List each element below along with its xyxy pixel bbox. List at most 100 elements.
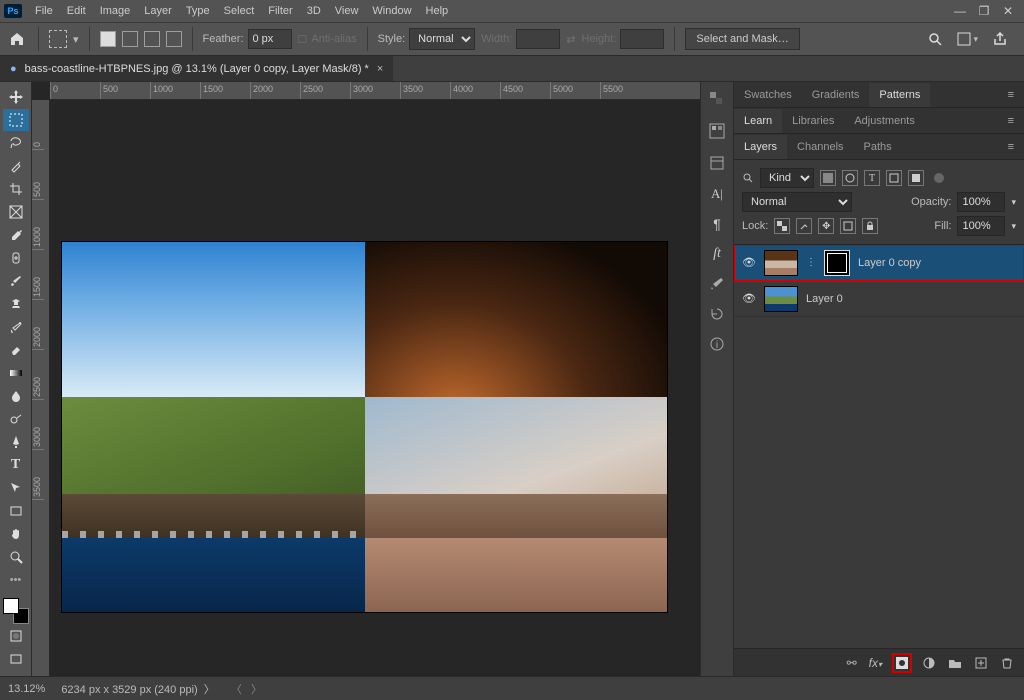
- color-swatches[interactable]: [3, 598, 29, 624]
- add-selection-icon[interactable]: [122, 31, 138, 47]
- menu-view[interactable]: View: [328, 5, 366, 17]
- dodge-tool[interactable]: [3, 408, 29, 430]
- filter-pixel-icon[interactable]: [820, 170, 836, 186]
- doc-dimensions[interactable]: 6234 px x 3529 px (240 ppi) 〉: [61, 681, 215, 697]
- home-icon[interactable]: [6, 28, 28, 50]
- panel-menu-icon[interactable]: ≡: [998, 83, 1024, 107]
- opacity-input[interactable]: [957, 192, 1005, 212]
- window-minimize-button[interactable]: —: [948, 4, 972, 18]
- feather-input[interactable]: [248, 29, 292, 49]
- new-selection-icon[interactable]: [100, 31, 116, 47]
- layer-row[interactable]: 👁 ⋮ Layer 0 copy: [734, 245, 1024, 281]
- swatches-panel-icon[interactable]: [708, 122, 726, 140]
- visibility-icon[interactable]: 👁: [742, 292, 756, 305]
- filter-toggle-icon[interactable]: [934, 173, 944, 183]
- document-canvas[interactable]: [62, 242, 667, 612]
- lock-image-icon[interactable]: [796, 218, 812, 234]
- filter-smart-icon[interactable]: [908, 170, 924, 186]
- rectangle-tool[interactable]: [3, 500, 29, 522]
- info-panel-icon[interactable]: i: [709, 336, 725, 352]
- style-select[interactable]: Normal: [409, 28, 475, 50]
- menu-type[interactable]: Type: [179, 5, 217, 17]
- zoom-level[interactable]: 13.12%: [8, 683, 45, 695]
- layer-mask-thumbnail[interactable]: [824, 250, 850, 276]
- type-tool[interactable]: T: [3, 454, 29, 476]
- history-panel-icon[interactable]: [709, 306, 725, 322]
- eyedropper-tool[interactable]: [3, 224, 29, 246]
- tool-preset-picker[interactable]: [49, 30, 67, 48]
- layer-thumbnail[interactable]: [764, 286, 798, 312]
- tab-paths[interactable]: Paths: [854, 135, 902, 159]
- menu-help[interactable]: Help: [419, 5, 456, 17]
- layer-thumbnail[interactable]: [764, 250, 798, 276]
- document-tab[interactable]: ● bass-coastline-HTBPNES.jpg @ 13.1% (La…: [0, 56, 393, 81]
- new-layer-icon[interactable]: [974, 656, 988, 670]
- link-layers-icon[interactable]: ⚯: [847, 656, 857, 670]
- healing-brush-tool[interactable]: [3, 247, 29, 269]
- character-panel-icon[interactable]: A|: [711, 186, 723, 202]
- subtract-selection-icon[interactable]: [144, 31, 160, 47]
- paragraph-panel-icon[interactable]: ¶: [713, 216, 721, 232]
- menu-image[interactable]: Image: [93, 5, 138, 17]
- add-mask-icon[interactable]: [894, 655, 910, 671]
- hand-tool[interactable]: [3, 523, 29, 545]
- layer-fx-icon[interactable]: fx▾: [869, 656, 882, 670]
- window-maximize-button[interactable]: ❐: [972, 4, 996, 18]
- tab-channels[interactable]: Channels: [787, 135, 853, 159]
- path-selection-tool[interactable]: [3, 477, 29, 499]
- window-close-button[interactable]: ✕: [996, 4, 1020, 18]
- menu-file[interactable]: File: [28, 5, 60, 17]
- filter-adjustment-icon[interactable]: [842, 170, 858, 186]
- tab-adjustments[interactable]: Adjustments: [844, 109, 925, 133]
- menu-window[interactable]: Window: [365, 5, 418, 17]
- zoom-tool[interactable]: [3, 546, 29, 568]
- select-and-mask-button[interactable]: Select and Mask…: [685, 28, 799, 50]
- clone-stamp-tool[interactable]: [3, 293, 29, 315]
- mask-link-icon[interactable]: ⋮: [806, 257, 816, 268]
- quick-selection-tool[interactable]: [3, 155, 29, 177]
- lock-position-icon[interactable]: ✥: [818, 218, 834, 234]
- tab-patterns[interactable]: Patterns: [869, 83, 930, 107]
- lock-all-icon[interactable]: [862, 218, 878, 234]
- pen-tool[interactable]: [3, 431, 29, 453]
- brush-panel-icon[interactable]: [709, 276, 725, 292]
- tab-swatches[interactable]: Swatches: [734, 83, 802, 107]
- visibility-icon[interactable]: 👁: [742, 256, 756, 269]
- lock-artboard-icon[interactable]: [840, 218, 856, 234]
- edit-toolbar-icon[interactable]: •••: [3, 569, 29, 591]
- layer-filter-kind[interactable]: Kind: [760, 168, 814, 188]
- color-panel-icon[interactable]: [708, 90, 726, 108]
- crop-tool[interactable]: [3, 178, 29, 200]
- close-tab-icon[interactable]: ×: [377, 63, 383, 75]
- new-group-icon[interactable]: [948, 656, 962, 670]
- glyphs-panel-icon[interactable]: ſt: [713, 246, 721, 262]
- menu-select[interactable]: Select: [217, 5, 262, 17]
- gradient-tool[interactable]: [3, 362, 29, 384]
- workspace-switcher-icon[interactable]: ▾: [957, 32, 978, 46]
- blur-tool[interactable]: [3, 385, 29, 407]
- panel-menu-icon[interactable]: ≡: [998, 109, 1024, 133]
- search-icon[interactable]: [927, 31, 943, 47]
- canvas-area[interactable]: 0500100015002000250030003500400045005000…: [32, 82, 700, 676]
- layer-row[interactable]: 👁 Layer 0: [734, 281, 1024, 317]
- eraser-tool[interactable]: [3, 339, 29, 361]
- tab-learn[interactable]: Learn: [734, 109, 782, 133]
- layer-name[interactable]: Layer 0 copy: [858, 257, 921, 269]
- brush-tool[interactable]: [3, 270, 29, 292]
- menu-layer[interactable]: Layer: [137, 5, 179, 17]
- marquee-tool[interactable]: [3, 109, 29, 131]
- fill-input[interactable]: [957, 216, 1005, 236]
- menu-3d[interactable]: 3D: [300, 5, 328, 17]
- frame-tool[interactable]: [3, 201, 29, 223]
- panel-menu-icon[interactable]: ≡: [998, 135, 1024, 159]
- intersect-selection-icon[interactable]: [166, 31, 182, 47]
- tab-libraries[interactable]: Libraries: [782, 109, 844, 133]
- libraries-panel-icon[interactable]: [708, 154, 726, 172]
- search-icon[interactable]: [742, 172, 754, 184]
- menu-edit[interactable]: Edit: [60, 5, 93, 17]
- lock-transparency-icon[interactable]: [774, 218, 790, 234]
- filter-type-icon[interactable]: T: [864, 170, 880, 186]
- quick-mask-icon[interactable]: [3, 625, 29, 647]
- layer-name[interactable]: Layer 0: [806, 293, 843, 305]
- delete-layer-icon[interactable]: [1000, 656, 1014, 670]
